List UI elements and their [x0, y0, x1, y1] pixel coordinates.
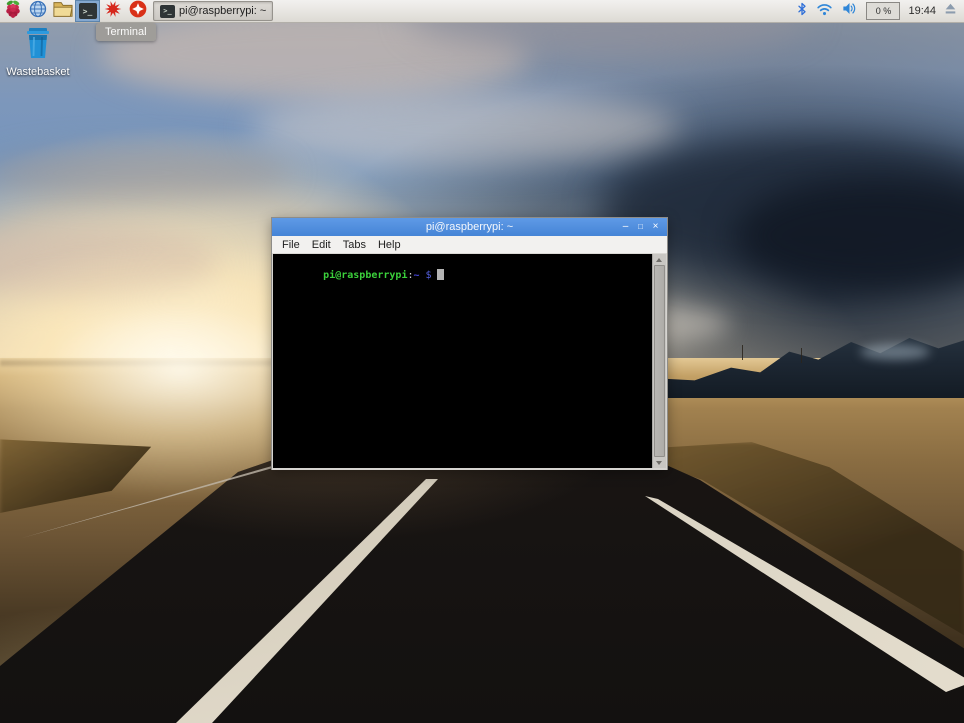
- clock[interactable]: 19:44: [908, 5, 936, 17]
- cloud: [250, 92, 680, 166]
- web-browser-button[interactable]: [25, 0, 50, 22]
- window-controls: – □ ×: [618, 218, 663, 236]
- applications-menu-button[interactable]: [0, 0, 25, 22]
- terminal-content-area: pi@raspberrypi:~$: [272, 254, 667, 470]
- arrow-up-icon: [656, 258, 662, 262]
- telephone-pole: [801, 348, 802, 363]
- prompt-symbol: $: [426, 270, 432, 281]
- menu-file[interactable]: File: [276, 237, 306, 253]
- taskbar-system-tray: 0 % 19:44: [796, 1, 964, 22]
- terminal-icon: >_: [79, 3, 97, 19]
- folder-icon: [52, 0, 74, 24]
- mathematica-spikey-icon: [103, 0, 123, 24]
- menu-edit[interactable]: Edit: [306, 237, 337, 253]
- wolfram-icon: [128, 0, 148, 24]
- bluetooth-icon[interactable]: [796, 1, 808, 22]
- shell-prompt: pi@raspberrypi:~$: [275, 256, 651, 295]
- wastebasket-icon: [23, 27, 53, 64]
- menu-help[interactable]: Help: [372, 237, 407, 253]
- scrollbar-thumb[interactable]: [654, 265, 665, 457]
- terminal-titlebar[interactable]: pi@raspberrypi: ~ – □ ×: [272, 218, 667, 236]
- wastebasket-desktop-icon[interactable]: Wastebasket: [6, 27, 70, 78]
- cpu-usage-monitor[interactable]: 0 %: [866, 2, 900, 20]
- arrow-down-icon: [656, 461, 662, 465]
- terminal-launcher-button[interactable]: >_: [75, 0, 100, 22]
- wastebasket-label: Wastebasket: [6, 66, 69, 78]
- raspberry-pi-icon: [3, 0, 23, 24]
- taskbar: >_ >_ pi@raspberrypi: ~: [0, 0, 964, 23]
- cpu-usage-value: 0 %: [876, 6, 892, 16]
- menu-tabs[interactable]: Tabs: [337, 237, 372, 253]
- globe-icon: [28, 0, 48, 24]
- mountain-snow: [860, 344, 930, 360]
- minimize-button[interactable]: –: [618, 218, 633, 236]
- terminal-cursor: [437, 269, 444, 280]
- scrollbar-up-button[interactable]: [653, 254, 665, 265]
- wifi-icon[interactable]: [816, 2, 833, 21]
- close-button[interactable]: ×: [648, 218, 663, 236]
- telephone-pole: [742, 345, 743, 360]
- taskbar-window-button-terminal[interactable]: >_ pi@raspberrypi: ~: [153, 1, 273, 21]
- maximize-button[interactable]: □: [633, 218, 648, 236]
- mathematica-button[interactable]: [100, 0, 125, 22]
- window-title: pi@raspberrypi: ~: [272, 218, 667, 236]
- file-manager-button[interactable]: [50, 0, 75, 22]
- prompt-path: ~: [414, 270, 420, 281]
- terminal-tooltip: Terminal: [96, 23, 156, 41]
- terminal-menubar: File Edit Tabs Help: [272, 236, 667, 254]
- wolfram-button[interactable]: [125, 0, 150, 22]
- taskbar-window-button-label: pi@raspberrypi: ~: [179, 5, 266, 17]
- terminal-scrollbar[interactable]: [652, 254, 666, 468]
- prompt-user-host: pi@raspberrypi: [323, 270, 407, 281]
- terminal-window[interactable]: pi@raspberrypi: ~ – □ × File Edit Tabs H…: [271, 217, 668, 470]
- scrollbar-down-button[interactable]: [653, 457, 665, 468]
- volume-icon[interactable]: [841, 1, 858, 21]
- terminal-icon: >_: [160, 5, 175, 18]
- terminal-screen[interactable]: pi@raspberrypi:~$: [273, 254, 653, 468]
- eject-icon[interactable]: [944, 2, 957, 20]
